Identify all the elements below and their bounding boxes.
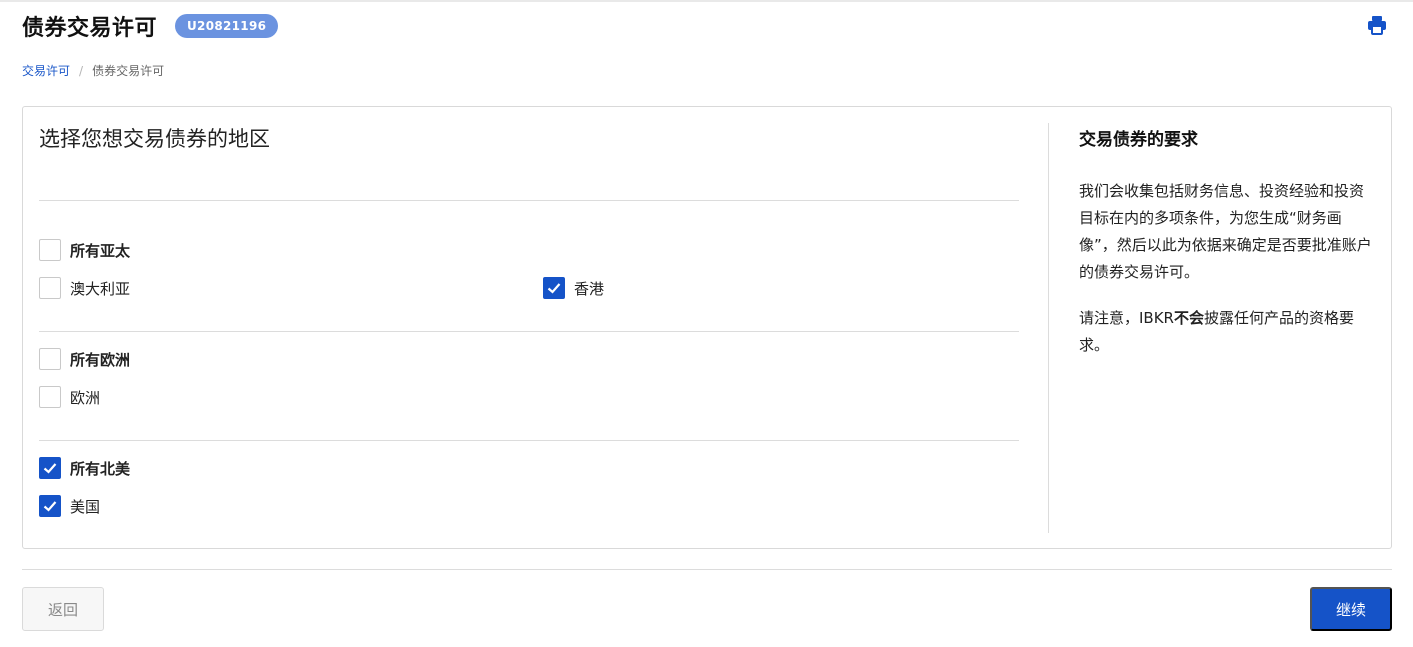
checkbox-label: 所有北美 — [70, 459, 131, 478]
checkbox-label: 欧洲 — [70, 388, 101, 407]
checkmark-icon — [547, 283, 561, 294]
checkbox-united-states[interactable]: 美国 — [39, 495, 100, 517]
checkbox-box[interactable] — [39, 277, 61, 299]
requirements-paragraph: 我们会收集包括财务信息、投资经验和投资目标在内的多项条件，为您生成“财务画像”，… — [1079, 182, 1372, 281]
top-border — [0, 0, 1413, 2]
checkbox-box[interactable] — [39, 495, 61, 517]
checkbox-all-apac[interactable]: 所有亚太 — [39, 239, 130, 261]
checkbox-hong-kong[interactable]: 香港 — [543, 277, 604, 299]
page-title: 债券交易许可 — [22, 16, 158, 41]
checkbox-box[interactable] — [39, 348, 61, 370]
print-button[interactable] — [1366, 14, 1388, 36]
region-selection-card: 选择您想交易债券的地区 所有亚太 澳大利亚 香港 所有欧洲 欧洲 所有北美 美国… — [22, 106, 1392, 549]
requirements-title: 交易债券的要求 — [1079, 130, 1198, 150]
note-prefix: 请注意，IBKR — [1079, 309, 1174, 327]
back-button[interactable]: 返回 — [22, 587, 104, 631]
divider — [39, 200, 1019, 201]
panel-divider — [1048, 123, 1049, 533]
checkbox-all-north-america[interactable]: 所有北美 — [39, 457, 130, 479]
checkbox-label: 所有亚太 — [70, 241, 131, 260]
printer-icon — [1368, 16, 1386, 35]
footer-divider — [22, 569, 1392, 570]
checkbox-europe[interactable]: 欧洲 — [39, 386, 100, 408]
checkbox-label: 所有欧洲 — [70, 350, 131, 369]
note-emphasis: 不会 — [1173, 309, 1204, 327]
checkbox-all-europe[interactable]: 所有欧洲 — [39, 348, 130, 370]
checkmark-icon — [43, 463, 57, 474]
checkbox-label: 澳大利亚 — [70, 279, 131, 298]
checkbox-australia[interactable]: 澳大利亚 — [39, 277, 130, 299]
continue-button[interactable]: 继续 — [1310, 587, 1392, 631]
checkbox-box[interactable] — [39, 239, 61, 261]
divider — [39, 331, 1019, 332]
checkbox-label: 香港 — [574, 279, 605, 298]
breadcrumb-separator: / — [79, 63, 84, 78]
checkbox-box[interactable] — [39, 457, 61, 479]
breadcrumb-link-trading-permissions[interactable]: 交易许可 — [22, 62, 70, 79]
breadcrumb-current: 债券交易许可 — [92, 64, 165, 78]
divider — [39, 440, 1019, 441]
breadcrumb: 交易许可 / 债券交易许可 — [22, 62, 164, 79]
requirements-note: 请注意，IBKR不会披露任何产品的资格要求。 — [1079, 305, 1375, 359]
region-heading: 选择您想交易债券的地区 — [39, 127, 270, 151]
page-header: 债券交易许可 U20821196 — [22, 10, 279, 42]
checkbox-box[interactable] — [543, 277, 565, 299]
checkmark-icon — [43, 501, 57, 512]
checkbox-label: 美国 — [70, 497, 101, 516]
account-id-badge: U20821196 — [175, 14, 279, 38]
checkbox-box[interactable] — [39, 386, 61, 408]
